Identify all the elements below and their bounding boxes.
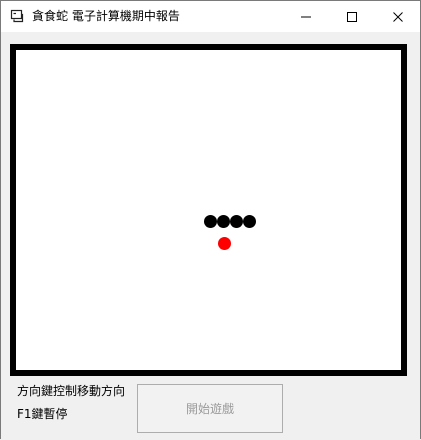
client-area: 方向鍵控制移動方向 F1鍵暫停 開始遊戲 xyxy=(1,32,420,440)
close-icon xyxy=(393,11,403,22)
app-window: 貪食蛇 電子計算機期中報告 方向鍵控制移動方向 F1鍵暫停 開始遊戲 xyxy=(0,0,421,440)
snake-segment xyxy=(217,215,230,228)
start-game-button[interactable]: 開始遊戲 xyxy=(137,384,283,433)
snake-segment xyxy=(230,215,243,228)
window-title: 貪食蛇 電子計算機期中報告 xyxy=(32,9,180,23)
title-bar[interactable]: 貪食蛇 電子計算機期中報告 xyxy=(1,1,420,32)
close-button[interactable] xyxy=(375,1,421,32)
app-window-icon xyxy=(10,9,24,23)
minimize-icon xyxy=(301,16,311,17)
game-board xyxy=(10,44,407,376)
minimize-button[interactable] xyxy=(283,1,329,32)
snake-segment xyxy=(243,215,256,228)
food-dot xyxy=(218,237,231,250)
maximize-icon xyxy=(347,11,357,22)
snake-segment xyxy=(204,215,217,228)
maximize-button[interactable] xyxy=(329,1,375,32)
instruction-pause: F1鍵暫停 xyxy=(17,407,68,421)
instruction-move: 方向鍵控制移動方向 xyxy=(17,384,126,398)
